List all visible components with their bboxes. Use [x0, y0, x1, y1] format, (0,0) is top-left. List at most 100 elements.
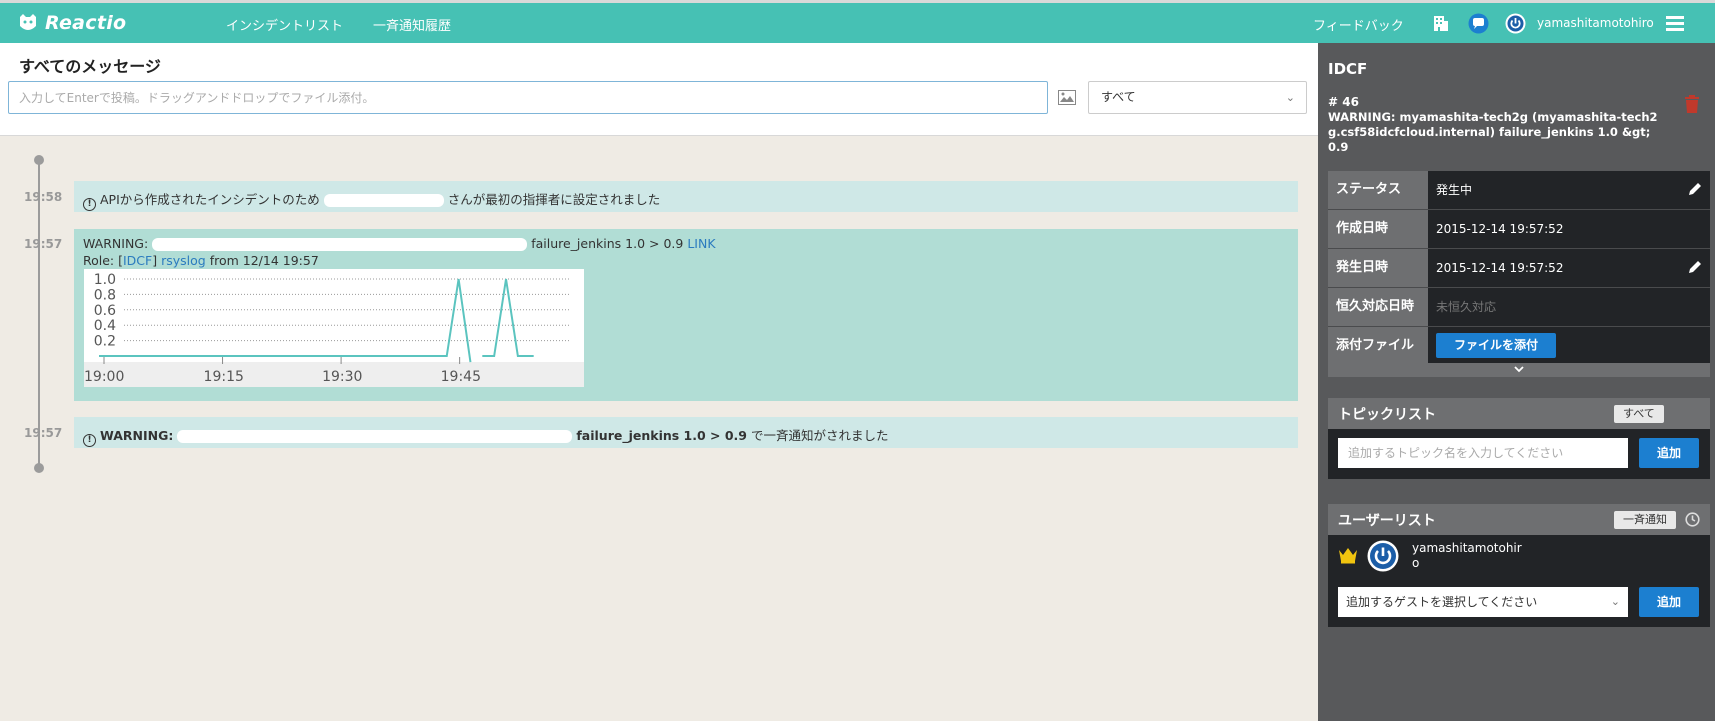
info-label: 恒久対応日時 [1328, 288, 1428, 326]
pencil-icon[interactable] [1688, 182, 1702, 196]
timeline-entry-alert: WARNING: failure_jenkins 1.0 > 0.9 LINK R… [74, 229, 1298, 401]
filter-value: すべて [1101, 90, 1136, 104]
menu-icon[interactable] [1666, 15, 1684, 32]
info-row-created: 作成日時 2015-12-14 19:57:52 [1328, 210, 1710, 249]
chart-series-line [482, 278, 534, 357]
timeline-start-dot [34, 155, 44, 165]
chart-ytick-label: 0.8 [94, 287, 116, 303]
logo-icon [20, 14, 36, 30]
user-name: yamashitamotohiro [1412, 541, 1522, 570]
incident-detail-panel: IDCF # 46 WARNING: myamashita-tech2g (my… [1318, 43, 1715, 721]
permanent-value: 未恒久対応 [1428, 288, 1710, 326]
feedback-link[interactable]: フィードバック [1313, 15, 1404, 34]
chart-xtick-label: 19:00 [84, 369, 124, 385]
chart-series-line [99, 278, 472, 363]
info-row-status: ステータス 発生中 [1328, 171, 1710, 210]
alert-role-line: Role: [IDCF] rsyslog from 12/14 19:57 [83, 253, 319, 268]
info-row-permanent: 恒久対応日時 未恒久対応 [1328, 288, 1710, 327]
timeline-entry-notification: ! WARNING: failure_jenkins 1.0 > 0.9 で一斉通知… [74, 417, 1298, 448]
chart-ytick-label: 0.4 [94, 318, 116, 334]
topic-all-button[interactable]: すべて [1614, 405, 1664, 423]
chevron-down-icon: ⌄ [1610, 595, 1620, 608]
expand-details-toggle[interactable] [1328, 363, 1710, 377]
user-list-section: ユーザーリスト 一斉通知 yamashitamotohiro 追加するゲストを選… [1328, 504, 1710, 627]
user-list-item: yamashitamotohiro [1328, 535, 1710, 579]
message-input[interactable] [8, 81, 1048, 114]
topic-list-title: トピックリスト [1338, 407, 1436, 423]
user-list-title: ユーザーリスト [1338, 513, 1436, 529]
add-guest-button[interactable]: 追加 [1639, 587, 1699, 617]
entry-time: 19:58 [24, 190, 63, 204]
broadcast-notify-button[interactable]: 一斉通知 [1614, 511, 1676, 529]
entry-text: ! WARNING: failure_jenkins 1.0 > 0.9 で一斉通知… [83, 425, 889, 447]
occurred-value[interactable]: 2015-12-14 19:57:52 [1428, 249, 1710, 287]
topic-list-section: トピックリスト すべて 追加 [1328, 398, 1710, 479]
alert-icon: ! [83, 434, 96, 447]
chart-xtick-label: 19:30 [322, 369, 362, 385]
top-header: Reactio インシデントリスト 一斉通知履歴 フィードバック yamashi… [0, 3, 1715, 43]
image-upload-icon[interactable] [1058, 90, 1076, 105]
trash-icon[interactable] [1684, 94, 1700, 114]
timeline-end-dot [34, 463, 44, 473]
timeline-entry-leader: ! APIから作成されたインシデントのため さんが最初の指揮者に設定されました [74, 181, 1298, 212]
clock-icon[interactable] [1685, 512, 1700, 527]
chart-xtick-label: 19:45 [441, 369, 481, 385]
status-value[interactable]: 発生中 [1428, 171, 1710, 209]
attach-file-button[interactable]: ファイルを添付 [1436, 333, 1556, 358]
info-row-attachment: 添付ファイル ファイルを添付 [1328, 327, 1710, 366]
attachment-value: ファイルを添付 [1428, 327, 1710, 365]
info-label: 添付ファイル [1328, 327, 1428, 365]
chart-ytick-label: 1.0 [94, 272, 116, 288]
chart-svg: 1.00.80.60.40.2 19:00 19:15 19:30 19:45 [84, 272, 584, 387]
message-filter-select[interactable]: すべて ⌄ [1088, 81, 1307, 114]
crown-icon [1339, 548, 1357, 564]
user-avatar-icon[interactable] [1505, 13, 1526, 34]
chart-ytick-label: 0.6 [94, 303, 116, 319]
alert-icon: ! [83, 198, 96, 211]
redacted-host [177, 430, 573, 443]
nav-notification-history[interactable]: 一斉通知履歴 [373, 15, 451, 34]
pencil-icon[interactable] [1688, 260, 1702, 274]
info-label: ステータス [1328, 171, 1428, 209]
topic-input[interactable] [1338, 438, 1628, 468]
project-name: IDCF [1328, 60, 1368, 78]
source-link[interactable]: rsyslog [161, 253, 206, 268]
topic-list-body: 追加 [1328, 429, 1710, 479]
incident-title: WARNING: myamashita-tech2g (myamashita-t… [1328, 110, 1658, 154]
messages-title: すべてのメッセージ [19, 57, 161, 76]
chart-xtick-label: 19:15 [204, 369, 244, 385]
timeline-line [38, 160, 40, 468]
redacted-name [323, 194, 444, 207]
redacted-host [152, 238, 528, 251]
app-logo[interactable]: Reactio [17, 11, 126, 35]
info-label: 発生日時 [1328, 249, 1428, 287]
message-panel: すべてのメッセージ すべて ⌄ [0, 43, 1318, 136]
add-topic-button[interactable]: 追加 [1639, 438, 1699, 468]
entry-time: 19:57 [24, 237, 63, 251]
nav-incident-list[interactable]: インシデントリスト [226, 15, 343, 34]
alert-link[interactable]: LINK [687, 236, 715, 251]
header-username[interactable]: yamashitamotohiro [1537, 16, 1654, 30]
chat-icon[interactable] [1468, 13, 1489, 34]
guest-select-placeholder: 追加するゲストを選択してください [1346, 595, 1538, 609]
entry-time: 19:57 [24, 426, 63, 440]
guest-add-row: 追加するゲストを選択してください ⌄ 追加 [1328, 579, 1710, 627]
chart-ytick-label: 0.2 [94, 334, 116, 350]
alert-chart: 1.0 0.8 0.6 0.4 0.2 19:00 19:15 19:30 19:45 [84, 269, 584, 387]
user-list-header: ユーザーリスト 一斉通知 [1328, 504, 1710, 535]
app-name: Reactio [45, 12, 127, 34]
user-avatar [1367, 540, 1399, 572]
incident-number: # 46 [1328, 95, 1359, 109]
building-icon[interactable] [1430, 13, 1451, 34]
entry-text: ! APIから作成されたインシデントのため さんが最初の指揮者に設定されました [83, 189, 660, 211]
info-label: 作成日時 [1328, 210, 1428, 248]
role-link[interactable]: IDCF [123, 253, 152, 268]
guest-select[interactable]: 追加するゲストを選択してください ⌄ [1338, 587, 1628, 617]
topic-list-header: トピックリスト すべて [1328, 398, 1710, 429]
created-value: 2015-12-14 19:57:52 [1428, 210, 1710, 248]
chevron-down-icon: ⌄ [1285, 91, 1295, 104]
incident-info-table: ステータス 発生中 作成日時 2015-12-14 19:57:52 発生日時 … [1328, 171, 1710, 366]
chevron-down-icon [1514, 366, 1524, 373]
alert-title-line: WARNING: failure_jenkins 1.0 > 0.9 LINK [83, 236, 716, 251]
info-row-occurred: 発生日時 2015-12-14 19:57:52 [1328, 249, 1710, 288]
